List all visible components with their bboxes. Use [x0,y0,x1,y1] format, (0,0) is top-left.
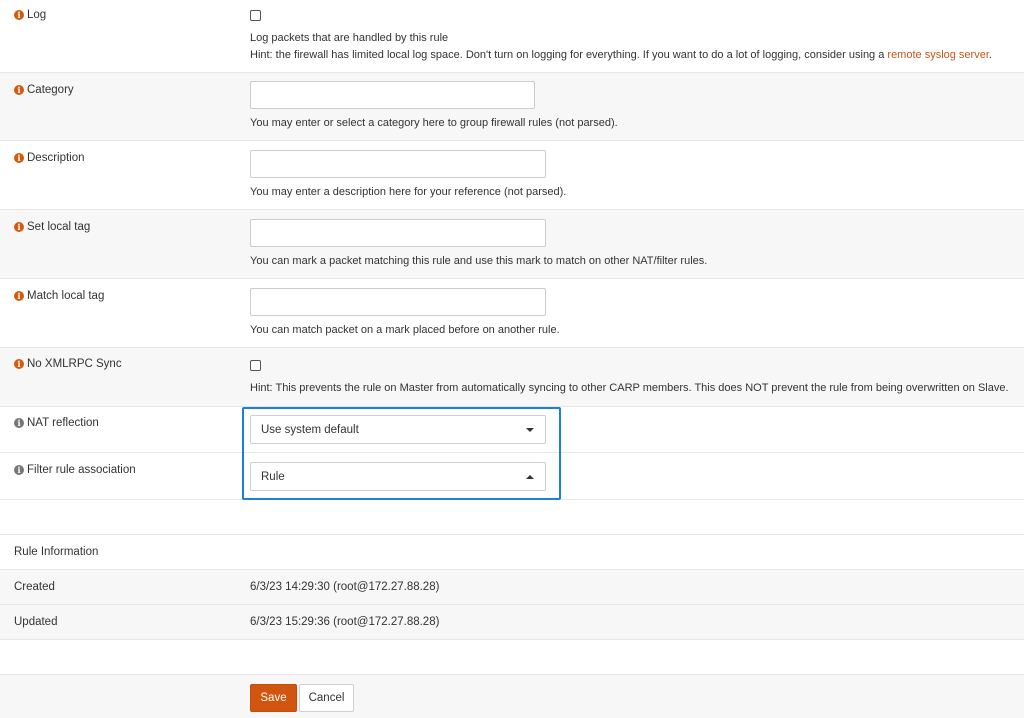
category-label-text: Category [27,84,74,96]
description-label-text: Description [27,152,85,164]
created-value: 6/3/23 14:29:30 (root@172.27.88.28) [250,581,440,593]
no-xmlrpc-sync-label: i No XMLRPC Sync [14,358,122,370]
match-local-tag-row: i Match local tag You can match packet o… [0,279,1024,348]
no-xmlrpc-sync-label-text: No XMLRPC Sync [27,358,122,370]
set-local-tag-hint: You can mark a packet matching this rule… [250,255,708,267]
description-label: i Description [14,152,85,164]
description-row: i Description You may enter a descriptio… [0,141,1024,210]
footer-spacer [0,640,1024,675]
highlight-box [242,407,561,500]
updated-value: 6/3/23 15:29:36 (root@172.27.88.28) [250,616,440,628]
log-row: i Log Log packets that are handled by th… [0,0,1024,73]
set-local-tag-label-text: Set local tag [27,221,91,233]
rule-information-heading: Rule Information [14,546,99,558]
filter-rule-association-label: i Filter rule association [14,464,136,476]
log-checkbox[interactable] [250,10,261,21]
description-hint: You may enter a description here for you… [250,186,567,198]
info-icon[interactable]: i [14,10,24,20]
info-icon[interactable]: i [14,359,24,369]
match-local-tag-input[interactable] [250,288,546,316]
category-input[interactable] [250,81,535,109]
nat-reflection-label: i NAT reflection [14,417,99,429]
no-xmlrpc-sync-hint: Hint: This prevents the rule on Master f… [250,382,1009,394]
rule-information-header-row: Rule Information [0,535,1024,570]
no-xmlrpc-sync-checkbox[interactable] [250,360,261,371]
set-local-tag-row: i Set local tag You can mark a packet ma… [0,210,1024,279]
nat-reflection-label-text: NAT reflection [27,417,99,429]
category-row: i Category You may enter or select a cat… [0,73,1024,141]
match-local-tag-label: i Match local tag [14,290,104,302]
created-row: Created 6/3/23 14:29:30 (root@172.27.88.… [0,570,1024,605]
description-input[interactable] [250,150,546,178]
log-hint: Hint: the firewall has limited local log… [250,49,992,61]
no-xmlrpc-sync-row: i No XMLRPC Sync Hint: This prevents the… [0,348,1024,407]
filter-rule-association-label-text: Filter rule association [27,464,136,476]
info-icon[interactable]: i [14,85,24,95]
updated-label: Updated [14,616,58,628]
info-icon[interactable]: i [14,418,24,428]
updated-row: Updated 6/3/23 15:29:36 (root@172.27.88.… [0,605,1024,640]
cancel-button[interactable]: Cancel [299,684,354,712]
save-button[interactable]: Save [250,684,297,712]
match-local-tag-label-text: Match local tag [27,290,105,302]
section-spacer [0,500,1024,535]
actions-row [0,675,1024,718]
remote-syslog-link[interactable]: remote syslog server [887,49,988,61]
info-icon[interactable]: i [14,222,24,232]
log-label: i Log [14,9,46,21]
log-hint-suffix: . [988,49,992,61]
info-icon[interactable]: i [14,291,24,301]
created-label: Created [14,581,55,593]
info-icon[interactable]: i [14,153,24,163]
info-icon[interactable]: i [14,465,24,475]
category-label: i Category [14,84,74,96]
log-hint-prefix: Hint: the firewall has limited local log… [250,49,888,61]
category-hint: You may enter or select a category here … [250,117,618,129]
set-local-tag-input[interactable] [250,219,546,247]
log-checkbox-text: Log packets that are handled by this rul… [250,32,449,44]
match-local-tag-hint: You can match packet on a mark placed be… [250,324,560,336]
set-local-tag-label: i Set local tag [14,221,90,233]
log-label-text: Log [27,9,47,21]
